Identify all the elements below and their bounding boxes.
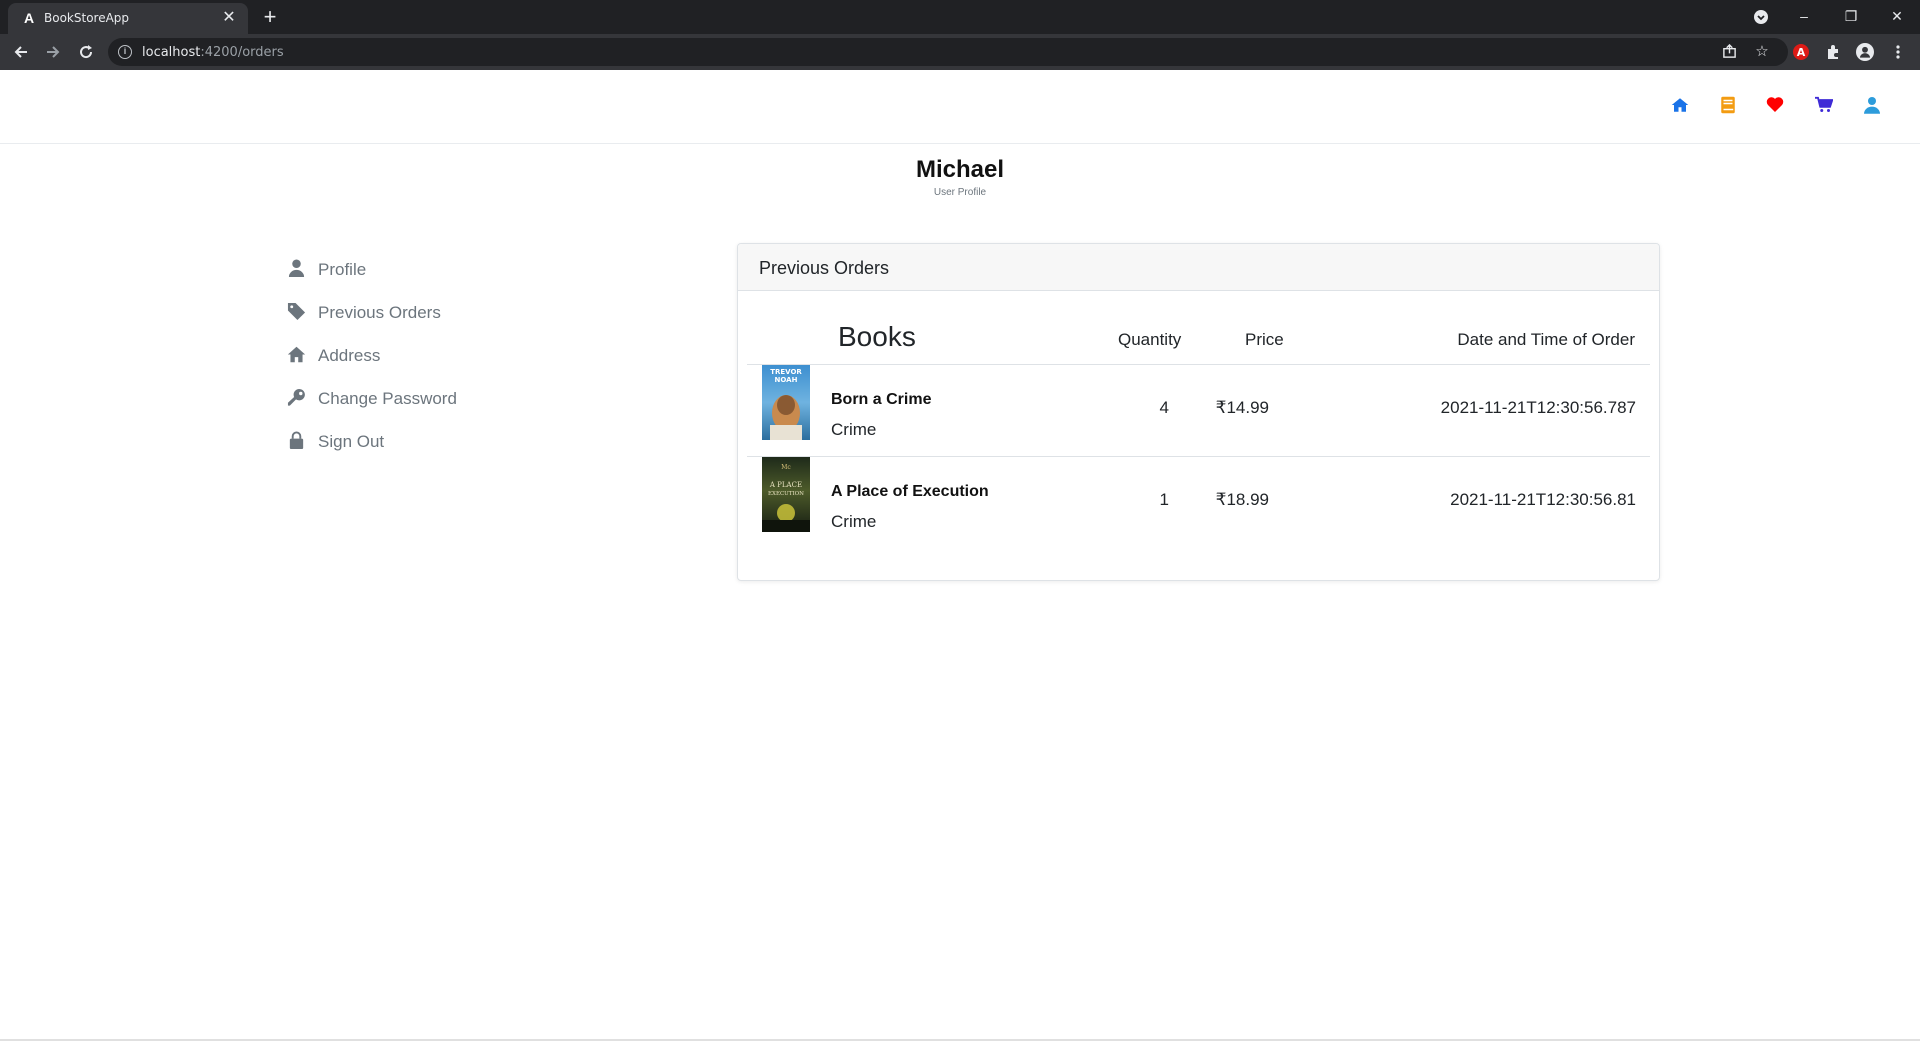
bookmark-star-icon[interactable]: ☆ <box>1750 40 1774 64</box>
order-datetime: 2021-11-21T12:30:56.787 <box>1440 398 1636 417</box>
sidebar-item-address[interactable]: Address <box>287 340 547 370</box>
angular-favicon-icon: A <box>23 10 35 26</box>
svg-text:EXECUTION: EXECUTION <box>768 491 804 497</box>
profile-name: Michael <box>915 156 1005 183</box>
column-header-quantity: Quantity <box>1118 330 1182 349</box>
book-title[interactable]: Born a Crime <box>831 391 931 409</box>
book-category: Crime <box>831 420 877 439</box>
app-header <box>0 70 1920 144</box>
sidebar-item-label: Sign Out <box>318 432 385 451</box>
nav-user-icon[interactable] <box>1864 96 1886 118</box>
extensions-puzzle-icon[interactable] <box>1821 40 1845 64</box>
order-datetime: 2021-11-21T12:30:56.81 <box>1450 490 1636 509</box>
nav-cart-icon[interactable] <box>1815 96 1837 118</box>
reload-icon[interactable] <box>74 40 98 64</box>
tab-search-icon[interactable] <box>1746 4 1776 28</box>
book-title[interactable]: A Place of Execution <box>831 483 989 501</box>
sidebar-item-change-password[interactable]: Change Password <box>287 383 547 413</box>
column-header-price: Price <box>1245 330 1284 349</box>
table-row: TREVOR NOAH Born a Crime Crime 4 ₹14.99 … <box>747 365 1650 457</box>
window-restore-button[interactable]: ❐ <box>1836 4 1866 28</box>
book-cover-image[interactable]: Mc A PLACE EXECUTION <box>762 457 810 532</box>
nav-home-icon[interactable] <box>1671 96 1693 118</box>
tag-icon <box>287 302 306 321</box>
svg-text:TREVOR: TREVOR <box>770 368 802 376</box>
previous-orders-card: Previous Orders Books Quantity Price Dat… <box>737 243 1660 581</box>
sidebar-item-label: Address <box>318 346 381 365</box>
tab-title: BookStoreApp <box>44 11 130 25</box>
browser-tab[interactable]: A BookStoreApp ✕ <box>8 3 248 34</box>
window-close-button[interactable]: ✕ <box>1882 4 1912 28</box>
lock-icon <box>289 431 304 450</box>
svg-text:Mc: Mc <box>781 464 791 471</box>
browser-menu-icon[interactable] <box>1886 40 1910 64</box>
sidebar-item-label: Previous Orders <box>318 303 441 322</box>
url-text[interactable]: localhost:4200/orders <box>142 45 284 60</box>
sidebar-item-label: Change Password <box>318 389 457 408</box>
column-header-books: Books <box>838 321 916 352</box>
card-header: Previous Orders <box>738 244 1659 291</box>
book-category: Crime <box>831 512 877 531</box>
window-minimize-button[interactable]: – <box>1789 4 1819 28</box>
back-icon[interactable] <box>9 40 33 64</box>
profile-subtitle: User Profile <box>933 187 987 198</box>
tab-close-icon[interactable]: ✕ <box>220 9 238 27</box>
key-icon <box>287 388 305 406</box>
order-quantity: 1 <box>1159 490 1169 509</box>
svg-text:A PLACE: A PLACE <box>769 481 802 489</box>
card-title: Previous Orders <box>759 258 890 278</box>
sidebar-item-sign-out[interactable]: Sign Out <box>287 426 547 456</box>
forward-icon[interactable] <box>41 40 65 64</box>
sidebar-item-label: Profile <box>318 260 367 279</box>
nav-wishlist-heart-icon[interactable] <box>1766 96 1788 118</box>
table-row: Mc A PLACE EXECUTION A Place of Executio… <box>747 457 1650 549</box>
column-header-date: Date and Time of Order <box>1457 330 1635 349</box>
order-quantity: 4 <box>1159 398 1169 417</box>
address-bar[interactable]: i localhost:4200/orders ☆ <box>108 38 1788 66</box>
browser-toolbar: i localhost:4200/orders ☆ A <box>0 34 1920 70</box>
sidebar-item-profile[interactable]: Profile <box>287 254 547 284</box>
svg-text:NOAH: NOAH <box>775 376 798 384</box>
user-icon <box>288 259 305 278</box>
browser-tab-bar: A BookStoreApp ✕ + – ❐ ✕ <box>0 0 1920 34</box>
profile-avatar-icon[interactable] <box>1853 40 1877 64</box>
order-price: ₹14.99 <box>1215 398 1269 417</box>
book-cover-image[interactable]: TREVOR NOAH <box>762 365 810 440</box>
nav-book-icon[interactable] <box>1720 96 1742 118</box>
home-icon <box>287 346 306 363</box>
new-tab-button[interactable]: + <box>258 5 282 29</box>
sidebar-item-previous-orders[interactable]: Previous Orders <box>287 297 547 327</box>
share-icon[interactable] <box>1717 40 1741 64</box>
svg-text:A: A <box>1797 46 1806 59</box>
extension-angular-icon[interactable]: A <box>1789 40 1813 64</box>
order-price: ₹18.99 <box>1215 490 1269 509</box>
site-info-icon[interactable]: i <box>118 45 132 59</box>
